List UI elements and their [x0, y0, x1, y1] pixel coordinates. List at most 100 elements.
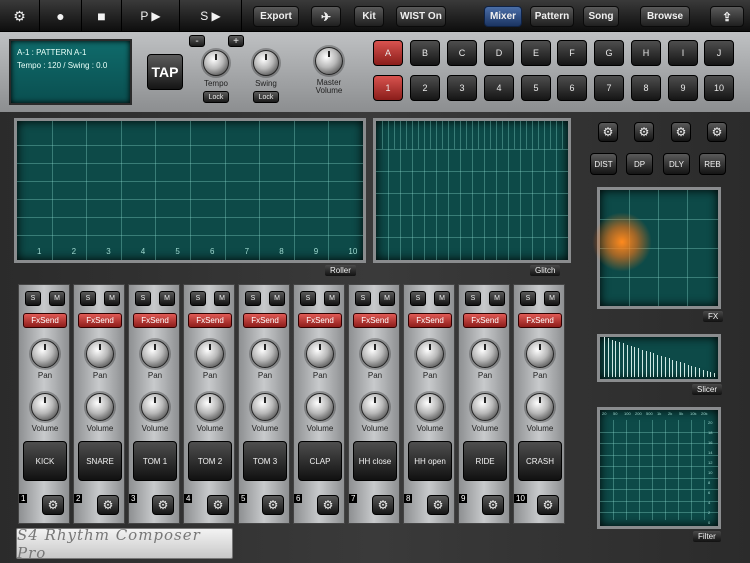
fxsend-button[interactable]: FxSend — [408, 313, 452, 328]
filter-display[interactable]: 20 50 100 200 500 1k 2k 5k 10k 20k 20 18 16 14 12 10 8 6 4… — [597, 407, 721, 529]
fxsend-button[interactable]: FxSend — [188, 313, 232, 328]
pattern-number-5[interactable]: 5 — [521, 75, 551, 101]
solo-button[interactable]: S — [25, 291, 41, 306]
solo-button[interactable]: S — [245, 291, 261, 306]
fxsend-button[interactable]: FxSend — [298, 313, 342, 328]
instrument-pad-snare[interactable]: SNARE — [78, 441, 122, 481]
mute-button[interactable]: M — [214, 291, 230, 306]
browse-button[interactable]: Browse — [640, 6, 690, 27]
pan-knob[interactable] — [416, 340, 444, 368]
gear-icon[interactable]: ⚙ — [671, 122, 691, 142]
song-play-button[interactable]: S ▶ — [180, 0, 242, 32]
pattern-number-4[interactable]: 4 — [484, 75, 514, 101]
solo-button[interactable]: S — [355, 291, 371, 306]
mute-button[interactable]: M — [434, 291, 450, 306]
dly-button[interactable]: DLY — [663, 153, 690, 175]
swing-knob[interactable] — [253, 50, 279, 76]
tab-song[interactable]: Song — [583, 6, 619, 27]
roller-pad[interactable]: 1 2 3 4 5 6 7 8 9 10 — [14, 118, 366, 263]
gear-icon[interactable]: ⚙ — [207, 495, 229, 515]
pattern-bank-g[interactable]: G — [594, 40, 624, 66]
mute-button[interactable]: M — [379, 291, 395, 306]
instrument-pad-crash[interactable]: CRASH — [518, 441, 562, 481]
volume-knob[interactable] — [361, 393, 389, 421]
pattern-number-10[interactable]: 10 — [704, 75, 734, 101]
mute-button[interactable]: M — [49, 291, 65, 306]
share-icon[interactable]: ⇪ — [710, 6, 744, 27]
pan-knob[interactable] — [196, 340, 224, 368]
pattern-play-button[interactable]: P ▶ — [122, 0, 180, 32]
pattern-bank-b[interactable]: B — [410, 40, 440, 66]
gear-icon[interactable]: ⚙ — [707, 122, 727, 142]
tab-pattern[interactable]: Pattern — [530, 6, 574, 27]
mute-button[interactable]: M — [544, 291, 560, 306]
solo-button[interactable]: S — [190, 291, 206, 306]
pattern-bank-i[interactable]: I — [668, 40, 698, 66]
instrument-pad-tom-2[interactable]: TOM 2 — [188, 441, 232, 481]
volume-knob[interactable] — [306, 393, 334, 421]
pan-knob[interactable] — [471, 340, 499, 368]
pattern-bank-c[interactable]: C — [447, 40, 477, 66]
master-volume-knob[interactable] — [315, 47, 343, 75]
gear-icon[interactable]: ⚙ — [42, 495, 64, 515]
reb-button[interactable]: REB — [699, 153, 726, 175]
glitch-pad[interactable] — [373, 118, 571, 263]
pattern-number-6[interactable]: 6 — [557, 75, 587, 101]
gear-icon[interactable]: ⚙ — [317, 495, 339, 515]
solo-button[interactable]: S — [410, 291, 426, 306]
pattern-number-8[interactable]: 8 — [631, 75, 661, 101]
solo-button[interactable]: S — [80, 291, 96, 306]
tab-mixer[interactable]: Mixer — [484, 6, 522, 27]
mute-button[interactable]: M — [489, 291, 505, 306]
dp-button[interactable]: DP — [626, 153, 653, 175]
pattern-bank-f[interactable]: F — [557, 40, 587, 66]
stop-icon[interactable]: ■ — [82, 0, 122, 32]
mute-button[interactable]: M — [324, 291, 340, 306]
gear-icon[interactable]: ⚙ — [262, 495, 284, 515]
pan-knob[interactable] — [251, 340, 279, 368]
volume-knob[interactable] — [141, 393, 169, 421]
fxsend-button[interactable]: FxSend — [463, 313, 507, 328]
pan-knob[interactable] — [306, 340, 334, 368]
pattern-bank-e[interactable]: E — [521, 40, 551, 66]
export-button[interactable]: Export — [253, 6, 299, 27]
record-icon[interactable]: ● — [40, 0, 82, 32]
fx-xy-cursor[interactable] — [592, 212, 652, 272]
volume-knob[interactable] — [86, 393, 114, 421]
fxsend-button[interactable]: FxSend — [23, 313, 67, 328]
pattern-number-2[interactable]: 2 — [410, 75, 440, 101]
solo-button[interactable]: S — [300, 291, 316, 306]
pan-knob[interactable] — [31, 340, 59, 368]
wist-button[interactable]: WIST On — [396, 6, 446, 27]
solo-button[interactable]: S — [135, 291, 151, 306]
gear-icon[interactable]: ⚙ — [97, 495, 119, 515]
volume-knob[interactable] — [31, 393, 59, 421]
solo-button[interactable]: S — [520, 291, 536, 306]
fxsend-button[interactable]: FxSend — [353, 313, 397, 328]
volume-knob[interactable] — [251, 393, 279, 421]
tempo-minus-button[interactable]: - — [189, 35, 205, 47]
mute-button[interactable]: M — [104, 291, 120, 306]
volume-knob[interactable] — [471, 393, 499, 421]
pan-knob[interactable] — [526, 340, 554, 368]
gear-icon[interactable]: ⚙ — [598, 122, 618, 142]
pattern-number-7[interactable]: 7 — [594, 75, 624, 101]
kit-button[interactable]: Kit — [354, 6, 384, 27]
mute-button[interactable]: M — [159, 291, 175, 306]
pattern-bank-j[interactable]: J — [704, 40, 734, 66]
instrument-pad-hh-close[interactable]: HH close — [353, 441, 397, 481]
gear-icon[interactable]: ⚙ — [372, 495, 394, 515]
gear-icon[interactable]: ⚙ — [482, 495, 504, 515]
tap-button[interactable]: TAP — [147, 54, 183, 90]
pattern-bank-h[interactable]: H — [631, 40, 661, 66]
fxsend-button[interactable]: FxSend — [78, 313, 122, 328]
instrument-pad-clap[interactable]: CLAP — [298, 441, 342, 481]
dist-button[interactable]: DIST — [590, 153, 617, 175]
instrument-pad-tom-3[interactable]: TOM 3 — [243, 441, 287, 481]
pan-knob[interactable] — [361, 340, 389, 368]
pan-knob[interactable] — [86, 340, 114, 368]
gear-icon[interactable]: ⚙ — [427, 495, 449, 515]
pattern-bank-a[interactable]: A — [373, 40, 403, 66]
solo-button[interactable]: S — [465, 291, 481, 306]
instrument-pad-hh-open[interactable]: HH open — [408, 441, 452, 481]
